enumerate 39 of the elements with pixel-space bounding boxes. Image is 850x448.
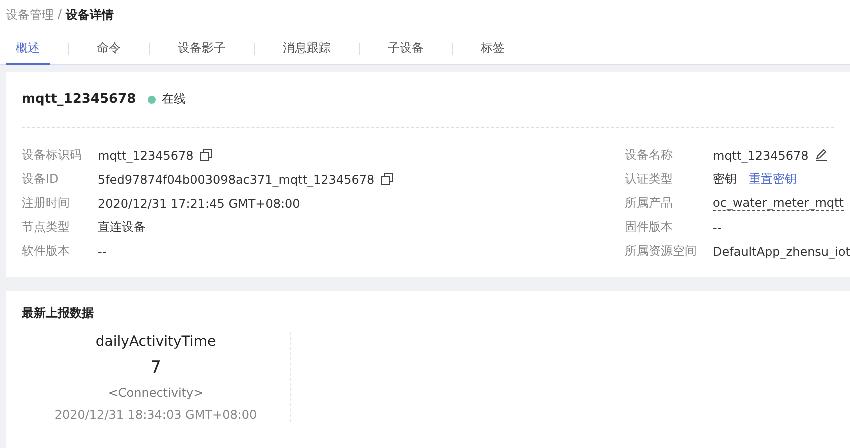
reset-key-link[interactable]: 重置密钥 — [749, 171, 797, 188]
field-label: 所属资源空间 — [625, 243, 698, 260]
copy-icon[interactable] — [380, 173, 394, 186]
field-value: 直连设备 — [98, 219, 146, 236]
field-value: 2020/12/31 17:21:45 GMT+08:00 — [98, 196, 300, 210]
section-title: 最新上报数据 — [22, 305, 95, 322]
field-label: 软件版本 — [22, 243, 71, 260]
field-value: DefaultApp_zhensu_iot — [713, 244, 850, 258]
field-value: 5fed97874f04b003098ac371_mqtt_12345678 — [98, 172, 375, 186]
field-value: mqtt_12345678 — [98, 148, 194, 162]
device-name: mqtt_12345678 — [22, 92, 136, 107]
field-label: 注册时间 — [22, 195, 71, 212]
field-label: 认证类型 — [625, 171, 674, 188]
report-time: 2020/12/31 18:34:03 GMT+08:00 — [54, 408, 258, 422]
property-value: 7 — [150, 358, 162, 378]
tab[interactable]: 标签 — [471, 33, 515, 65]
breadcrumb-link[interactable]: 设备管理 — [6, 7, 54, 24]
status-text: 在线 — [162, 91, 186, 108]
breadcrumb-separator: / — [58, 7, 62, 21]
edit-icon[interactable] — [814, 149, 828, 162]
field-label: 节点类型 — [22, 219, 71, 236]
copy-icon[interactable] — [200, 149, 213, 162]
field-label: 设备名称 — [625, 147, 674, 164]
property-name: dailyActivityTime — [96, 334, 216, 350]
tab[interactable]: 子设备 — [378, 33, 434, 65]
field-value: -- — [713, 220, 722, 234]
tab[interactable]: 消息跟踪 — [273, 33, 341, 65]
service-name: <Connectivity> — [108, 386, 204, 400]
field-value[interactable]: oc_water_meter_mqtt — [713, 196, 844, 211]
tab[interactable]: 设备影子 — [168, 33, 236, 65]
breadcrumb-current: 设备详情 — [66, 7, 114, 24]
field-label: 设备标识码 — [22, 147, 83, 164]
field-value: mqtt_12345678 — [713, 148, 809, 162]
field-value: -- — [98, 244, 107, 258]
field-value: 密钥 — [713, 171, 737, 188]
field-label: 所属产品 — [625, 195, 674, 212]
field-label: 固件版本 — [625, 219, 674, 236]
tab[interactable]: 命令 — [87, 33, 131, 65]
field-label: 设备ID — [22, 171, 60, 188]
